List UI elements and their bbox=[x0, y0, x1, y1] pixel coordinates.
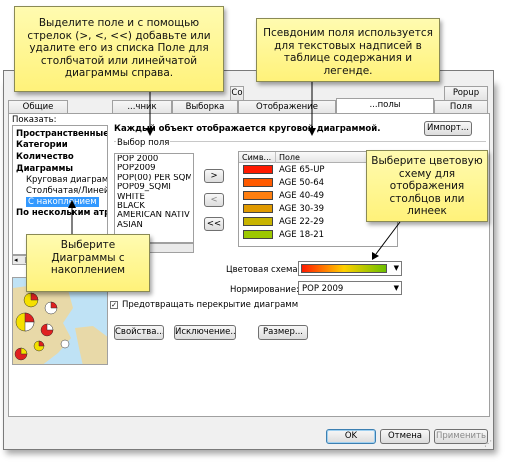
field-name: AGE 22-29 bbox=[279, 217, 325, 227]
show-label: Показать: bbox=[12, 115, 57, 125]
tree-item-features[interactable]: Пространственные о bbox=[16, 129, 107, 139]
header-divider bbox=[275, 152, 276, 163]
color-scheme-label: Цветовая схема: bbox=[226, 265, 301, 275]
normalization-label: Нормирование: bbox=[230, 285, 299, 295]
chevron-down-icon[interactable]: ▼ bbox=[394, 264, 399, 272]
tree-item-pie[interactable]: Круговая диаграмм bbox=[26, 175, 107, 185]
tree-item-stacked[interactable]: С накоплением bbox=[26, 197, 99, 207]
remove-field-button[interactable]: < bbox=[204, 193, 224, 207]
header-symbol[interactable]: Симв... bbox=[242, 153, 271, 162]
tab-display[interactable]: Отображение bbox=[238, 100, 336, 114]
prevent-overlap-checkbox[interactable]: ✓ bbox=[110, 301, 118, 309]
field-item[interactable]: AMERICAN NATIV bbox=[117, 211, 191, 220]
symbol-swatch[interactable] bbox=[243, 165, 273, 174]
tab-selection[interactable]: Выборка bbox=[172, 100, 238, 114]
tree-item-quantities[interactable]: Количество bbox=[16, 152, 74, 162]
tab-partial-back[interactable]: Со bbox=[230, 86, 244, 100]
callout-stacked-charts: Выберите Диаграммы с накоплением bbox=[26, 234, 150, 292]
tab-symbology[interactable]: ...полы bbox=[336, 98, 434, 114]
remove-all-fields-button[interactable]: << bbox=[204, 217, 224, 231]
properties-button[interactable]: Свойства... bbox=[114, 325, 164, 340]
add-field-button[interactable]: > bbox=[204, 169, 224, 183]
symbol-swatch[interactable] bbox=[243, 204, 273, 213]
available-fields-list[interactable]: POP 2000 POP2009 POP(00) PER SQM POP09_S… bbox=[114, 153, 194, 243]
color-scheme-dropdown[interactable]: ▼ bbox=[298, 261, 402, 276]
field-name: AGE 50-64 bbox=[279, 178, 325, 188]
field-item[interactable]: WHITE bbox=[117, 193, 191, 202]
symbol-swatch[interactable] bbox=[243, 230, 273, 239]
symbol-swatch[interactable] bbox=[243, 178, 273, 187]
ok-button[interactable]: OK bbox=[326, 429, 376, 444]
tab-general[interactable]: Общие bbox=[8, 100, 68, 114]
apply-button[interactable]: Применить bbox=[434, 429, 488, 444]
resize-grip-icon[interactable]: ⋰ bbox=[484, 440, 492, 448]
field-name: AGE 65-UP bbox=[279, 165, 325, 175]
table-row[interactable]: AGE 18-21 bbox=[239, 229, 397, 241]
tab-popup[interactable]: Popup bbox=[444, 86, 488, 100]
field-item[interactable]: ASIAN bbox=[117, 221, 191, 230]
field-name: AGE 18-21 bbox=[279, 230, 325, 240]
callout-color-scheme: Выберите цветовую схему для отображения … bbox=[366, 150, 488, 222]
field-item[interactable]: POP(00) PER SQM bbox=[117, 174, 191, 183]
tree-item-multiple-attributes[interactable]: По нескольким атр bbox=[16, 208, 107, 218]
tree-item-categories[interactable]: Категории bbox=[16, 140, 68, 150]
tree-item-charts[interactable]: Диаграммы bbox=[16, 164, 73, 174]
normalization-dropdown[interactable]: POP 2009 ▼ bbox=[298, 281, 402, 295]
scroll-left-icon[interactable]: ◂ bbox=[14, 256, 18, 264]
tab-fields[interactable]: Поля bbox=[434, 100, 488, 114]
normalization-value: POP 2009 bbox=[302, 284, 344, 294]
field-item[interactable]: POP 2000 bbox=[117, 155, 191, 164]
tree-item-bar[interactable]: Столбчатая/Линейч bbox=[26, 186, 107, 196]
prevent-overlap-label: Предотвращать перекрытие диаграмм bbox=[122, 300, 299, 310]
symbol-swatch[interactable] bbox=[243, 191, 273, 200]
tab-source[interactable]: ...чник bbox=[112, 100, 172, 114]
field-name: AGE 40-49 bbox=[279, 191, 325, 201]
import-button[interactable]: Импорт... bbox=[424, 121, 472, 136]
size-button[interactable]: Размер... bbox=[258, 325, 308, 340]
field-name: AGE 30-39 bbox=[279, 204, 325, 214]
field-item[interactable]: POP09_SQMI bbox=[117, 183, 191, 192]
renderer-description: Каждый объект отображается круговой диаг… bbox=[114, 124, 381, 134]
cancel-button[interactable]: Отмена bbox=[380, 429, 430, 444]
color-ramp-swatch bbox=[301, 264, 387, 273]
field-selection-label: Выбор поля bbox=[116, 138, 171, 148]
exclusion-button[interactable]: Исключение... bbox=[174, 325, 236, 340]
header-field[interactable]: Поле bbox=[279, 153, 300, 162]
callout-field-arrows: Выделите поле и с помощью стрелок (>, <,… bbox=[14, 6, 224, 92]
callout-field-alias: Псевдоним поля используется для текстовы… bbox=[256, 18, 440, 82]
symbol-swatch[interactable] bbox=[243, 217, 273, 226]
field-item[interactable]: BLACK bbox=[117, 202, 191, 211]
field-item[interactable]: POP2009 bbox=[117, 164, 191, 173]
chevron-down-icon[interactable]: ▼ bbox=[394, 284, 399, 292]
